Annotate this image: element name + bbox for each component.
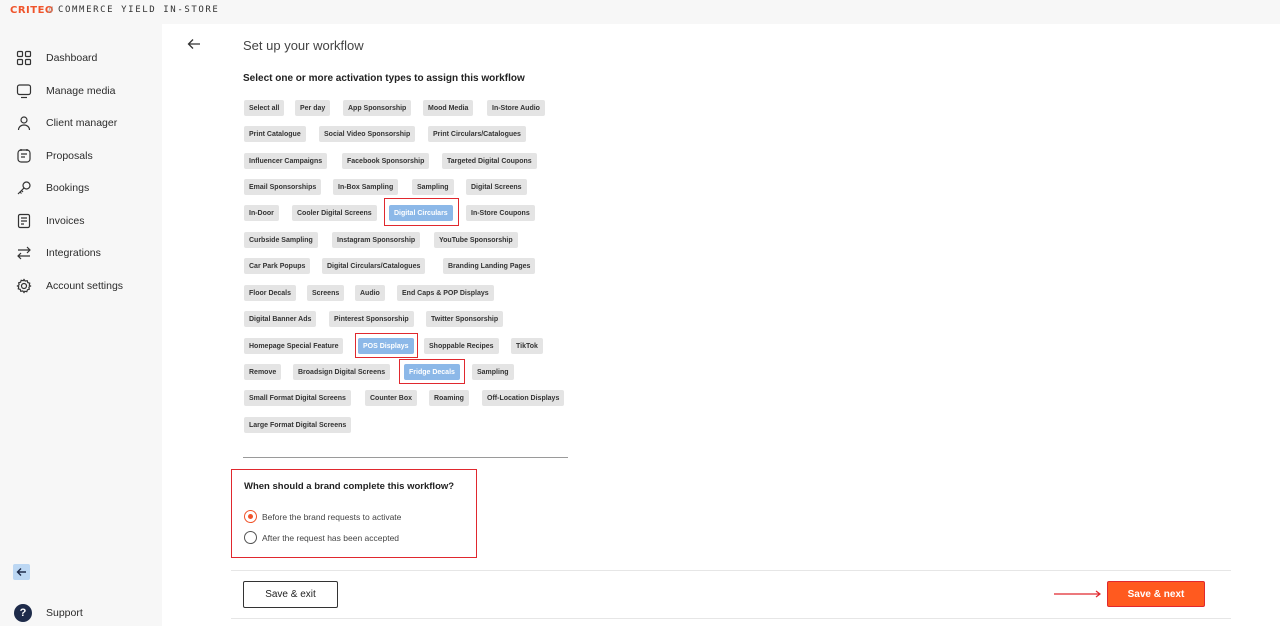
chip-pinterest-sponsorship[interactable]: Pinterest Sponsorship <box>329 311 414 327</box>
chip-large-format-digital-screens[interactable]: Large Format Digital Screens <box>244 417 352 433</box>
radio-label-before-activate: Before the brand requests to activate <box>262 512 402 522</box>
chip-end-caps-pop-displays[interactable]: End Caps & POP Displays <box>397 285 494 301</box>
sidebar-item-label: Manage media <box>46 85 116 97</box>
radio-before-activate[interactable] <box>244 510 257 523</box>
annotation-arrow-icon <box>1054 590 1101 598</box>
support-icon[interactable]: ? <box>14 604 32 622</box>
sidebar-item-invoices[interactable]: Invoices <box>0 207 162 235</box>
sidebar-item-label: Proposals <box>46 150 93 162</box>
sidebar-item-label: Account settings <box>46 280 124 292</box>
arrows-icon <box>17 246 31 260</box>
footer-divider-top <box>231 570 1231 571</box>
chip-curbside-sampling[interactable]: Curbside Sampling <box>244 232 318 248</box>
save-next-button[interactable]: Save & next <box>1107 581 1205 607</box>
chip-youtube-sponsorship[interactable]: YouTube Sponsorship <box>434 232 518 248</box>
chip-select-all[interactable]: Select all <box>244 100 285 116</box>
chip-influencer-campaigns[interactable]: Influencer Campaigns <box>244 153 328 169</box>
sidebar-item-dashboard[interactable]: Dashboard <box>0 44 162 72</box>
section-divider <box>243 457 568 458</box>
chip-twitter-sponsorship[interactable]: Twitter Sponsorship <box>426 311 504 327</box>
sidebar-item-client-manager[interactable]: Client manager <box>0 109 162 137</box>
proposal-icon <box>17 149 31 163</box>
invoice-icon <box>17 213 31 229</box>
chip-counter-box[interactable]: Counter Box <box>365 390 417 406</box>
chip-pos-displays[interactable]: POS Displays <box>358 338 414 354</box>
chip-off-location-displays[interactable]: Off-Location Displays <box>482 390 565 406</box>
sidebar-item-account-settings[interactable]: Account settings <box>0 272 162 300</box>
logo-separator: // <box>48 5 54 15</box>
sidebar-item-label: Bookings <box>46 182 90 194</box>
chip-broadsign-digital-screens[interactable]: Broadsign Digital Screens <box>293 364 391 380</box>
chip-roaming[interactable]: Roaming <box>429 390 469 406</box>
sidebar-item-integrations[interactable]: Integrations <box>0 239 162 267</box>
top-bar: CRITEO // COMMERCE YIELD IN-STORE <box>0 0 1280 24</box>
chip-screens[interactable]: Screens <box>307 285 345 301</box>
arrow-left-icon <box>16 568 26 576</box>
key-icon <box>17 181 31 195</box>
chip-email-sponsorships[interactable]: Email Sponsorships <box>244 179 322 195</box>
chip-branding-landing-pages[interactable]: Branding Landing Pages <box>443 258 536 274</box>
product-name: COMMERCE YIELD IN-STORE <box>58 5 220 15</box>
chip-tiktok[interactable]: TikTok <box>511 338 543 354</box>
chip-digital-banner-ads[interactable]: Digital Banner Ads <box>244 311 317 327</box>
chip-cooler-digital-screens[interactable]: Cooler Digital Screens <box>292 205 377 221</box>
chip-digital-circulars-catalogues[interactable]: Digital Circulars/Catalogues <box>322 258 426 274</box>
chip-small-format-digital-screens[interactable]: Small Format Digital Screens <box>244 390 351 406</box>
chip-car-park-popups[interactable]: Car Park Popups <box>244 258 311 274</box>
chip-social-video-sponsorship[interactable]: Social Video Sponsorship <box>319 126 416 142</box>
collapse-sidebar-button[interactable] <box>13 564 30 580</box>
chip-print-circulars-catalogues[interactable]: Print Circulars/Catalogues <box>428 126 526 142</box>
radio-label-after-accepted: After the request has been accepted <box>262 533 400 543</box>
footer-divider-bottom <box>231 618 1231 619</box>
section-title: Select one or more activation types to a… <box>243 73 525 84</box>
chip-per-day[interactable]: Per day <box>295 100 331 116</box>
gear-icon <box>16 278 32 294</box>
monitor-icon <box>16 84 32 99</box>
chip-sampling[interactable]: Sampling <box>412 179 454 195</box>
chip-sampling-2[interactable]: Sampling <box>472 364 514 380</box>
chip-app-sponsorship[interactable]: App Sponsorship <box>343 100 412 116</box>
chip-floor-decals[interactable]: Floor Decals <box>244 285 297 301</box>
sidebar-item-label: Client manager <box>46 117 118 129</box>
sidebar: Dashboard Manage media Client manager Pr… <box>0 24 162 626</box>
save-exit-button[interactable]: Save & exit <box>243 581 338 608</box>
chip-facebook-sponsorship[interactable]: Facebook Sponsorship <box>342 153 430 169</box>
chip-instagram-sponsorship[interactable]: Instagram Sponsorship <box>332 232 421 248</box>
sidebar-item-label: Invoices <box>46 215 85 227</box>
sidebar-item-label: Dashboard <box>46 52 98 64</box>
chip-remove[interactable]: Remove <box>244 364 282 380</box>
sidebar-item-proposals[interactable]: Proposals <box>0 142 162 170</box>
sidebar-item-bookings[interactable]: Bookings <box>0 174 162 202</box>
chip-in-door[interactable]: In-Door <box>244 205 279 221</box>
back-arrow-icon[interactable] <box>186 36 202 52</box>
page-title: Set up your workflow <box>243 38 364 53</box>
chip-digital-screens[interactable]: Digital Screens <box>466 179 527 195</box>
chip-in-store-coupons[interactable]: In-Store Coupons <box>466 205 535 221</box>
question-title: When should a brand complete this workfl… <box>244 481 455 492</box>
chip-audio[interactable]: Audio <box>355 285 385 301</box>
chip-in-box-sampling[interactable]: In-Box Sampling <box>333 179 399 195</box>
radio-after-accepted[interactable] <box>244 531 257 544</box>
chip-targeted-digital-coupons[interactable]: Targeted Digital Coupons <box>442 153 537 169</box>
sidebar-item-manage-media[interactable]: Manage media <box>0 77 162 105</box>
chip-print-catalogue[interactable]: Print Catalogue <box>244 126 306 142</box>
chip-fridge-decals[interactable]: Fridge Decals <box>404 364 460 380</box>
chip-digital-circulars[interactable]: Digital Circulars <box>389 205 453 221</box>
support-link[interactable]: Support <box>46 607 83 619</box>
dashboard-icon <box>16 50 32 66</box>
chip-shoppable-recipes[interactable]: Shoppable Recipes <box>424 338 499 354</box>
chip-in-store-audio[interactable]: In-Store Audio <box>487 100 545 116</box>
user-icon <box>17 116 31 131</box>
chip-homepage-special-feature[interactable]: Homepage Special Feature <box>244 338 344 354</box>
sidebar-item-label: Integrations <box>46 247 101 259</box>
chip-mood-media[interactable]: Mood Media <box>423 100 474 116</box>
